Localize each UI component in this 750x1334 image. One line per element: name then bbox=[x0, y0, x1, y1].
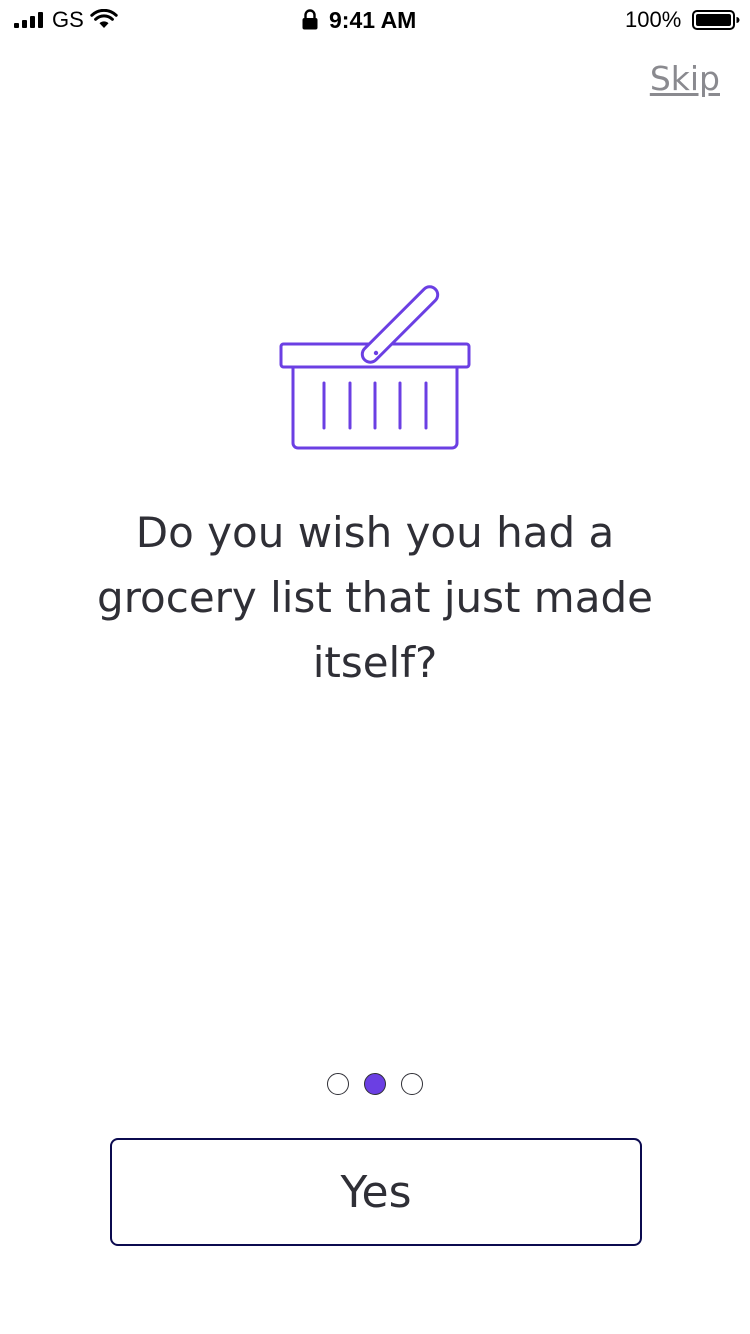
signal-icon bbox=[14, 12, 43, 28]
status-bar: GS 9:41 AM 100% bbox=[0, 0, 750, 40]
pager-dots bbox=[0, 1073, 750, 1097]
basket-icon bbox=[279, 285, 471, 450]
pager-dot-active[interactable] bbox=[364, 1073, 386, 1095]
yes-button[interactable]: Yes bbox=[110, 1138, 642, 1246]
battery-percent: 100% bbox=[625, 7, 682, 32]
onboarding-headline: Do you wish you had a grocery list that … bbox=[97, 508, 653, 687]
skip-link[interactable]: Skip bbox=[650, 58, 720, 100]
pager-dot[interactable] bbox=[401, 1073, 423, 1095]
battery-icon bbox=[692, 10, 740, 30]
lock-icon bbox=[302, 9, 318, 30]
status-time: 9:41 AM bbox=[329, 7, 417, 33]
carrier-label: GS bbox=[52, 7, 84, 32]
pager-dot[interactable] bbox=[327, 1073, 349, 1095]
wifi-icon bbox=[90, 9, 118, 28]
